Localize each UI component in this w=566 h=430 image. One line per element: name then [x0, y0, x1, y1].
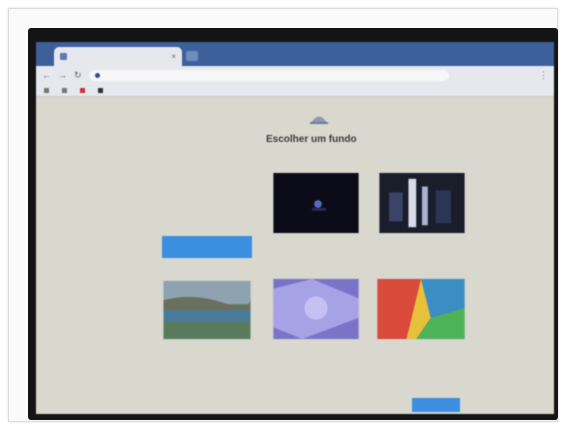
forward-icon[interactable]: →	[58, 70, 67, 80]
page-content: Escolher um fundo	[36, 98, 554, 414]
monitor-screen: × ← → ↻ ⋮ Escolher um fundo	[36, 42, 554, 414]
wallpaper-thumbnail-colorful[interactable]	[376, 278, 466, 340]
favicon-icon	[60, 53, 67, 60]
bookmark-item[interactable]	[44, 87, 52, 93]
bookmark-item[interactable]	[80, 87, 88, 93]
wallpaper-thumbnail-purple[interactable]	[272, 278, 360, 340]
reload-icon[interactable]: ↻	[74, 70, 82, 80]
grid-icon	[44, 87, 49, 93]
wallpaper-thumbnail-city[interactable]	[378, 172, 466, 234]
site-info-icon[interactable]	[94, 72, 100, 78]
back-icon[interactable]: ←	[42, 70, 51, 80]
bookmark-item[interactable]	[62, 87, 70, 93]
app-logo-icon	[310, 116, 328, 124]
next-button[interactable]	[412, 398, 460, 412]
tab-strip: ×	[36, 42, 554, 66]
red-bookmark-icon	[80, 87, 85, 93]
dark-bookmark-icon	[98, 87, 103, 93]
menu-icon[interactable]: ⋮	[539, 70, 548, 81]
bookmark-item[interactable]	[98, 87, 106, 93]
bookmarks-bar	[36, 84, 554, 97]
page-title: Escolher um fundo	[266, 134, 357, 145]
close-icon[interactable]: ×	[171, 52, 176, 61]
wallpaper-thumbnail-night[interactable]	[272, 172, 360, 234]
new-tab-button[interactable]	[186, 51, 198, 61]
wallpaper-thumbnail-lake[interactable]	[162, 280, 252, 340]
import-button[interactable]	[162, 236, 252, 258]
browser-toolbar: ← → ↻ ⋮	[36, 66, 554, 84]
page-icon	[62, 87, 67, 93]
browser-tab[interactable]: ×	[54, 47, 182, 66]
address-bar[interactable]	[88, 69, 449, 81]
